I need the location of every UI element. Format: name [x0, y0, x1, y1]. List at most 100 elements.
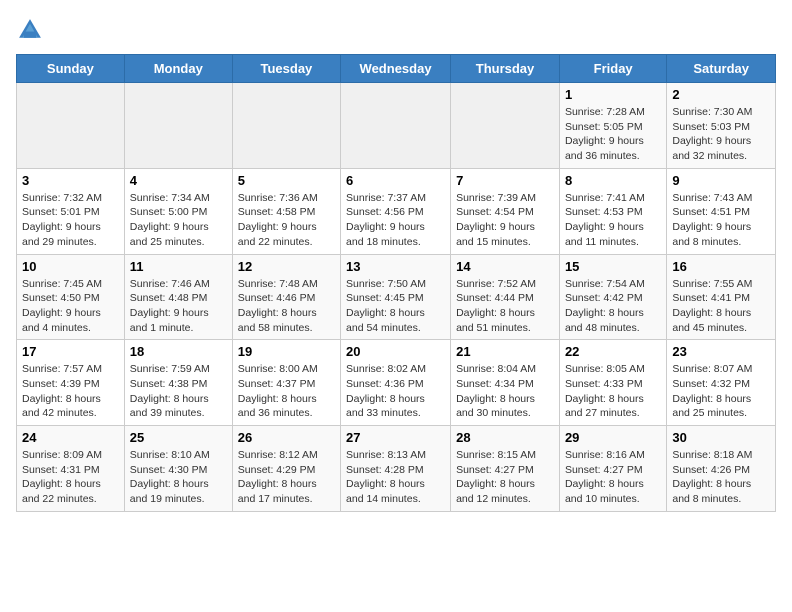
weekday-header: Monday [124, 55, 232, 83]
day-number: 6 [346, 173, 445, 188]
weekday-header: Wednesday [341, 55, 451, 83]
day-number: 24 [22, 430, 119, 445]
day-number: 20 [346, 344, 445, 359]
day-number: 15 [565, 259, 661, 274]
day-number: 27 [346, 430, 445, 445]
calendar-cell: 15 Sunrise: 7:54 AM Sunset: 4:42 PM Dayli… [559, 254, 666, 340]
day-number: 10 [22, 259, 119, 274]
calendar-cell: 14 Sunrise: 7:52 AM Sunset: 4:44 PM Dayli… [451, 254, 560, 340]
calendar-week-row: 10 Sunrise: 7:45 AM Sunset: 4:50 PM Dayli… [17, 254, 776, 340]
calendar-cell: 26 Sunrise: 8:12 AM Sunset: 4:29 PM Dayli… [232, 426, 340, 512]
day-info: Sunrise: 7:57 AM Sunset: 4:39 PM Dayligh… [22, 362, 119, 421]
calendar-cell: 28Sunrise: 8:15 AM Sunset: 4:27 PM Dayli… [451, 426, 560, 512]
day-number: 2 [672, 87, 770, 102]
weekday-header: Saturday [667, 55, 776, 83]
day-number: 18 [130, 344, 227, 359]
day-number: 11 [130, 259, 227, 274]
calendar-cell: 3 Sunrise: 7:32 AM Sunset: 5:01 PM Daylig… [17, 168, 125, 254]
day-number: 7 [456, 173, 554, 188]
calendar-cell: 25 Sunrise: 8:10 AM Sunset: 4:30 PM Dayli… [124, 426, 232, 512]
calendar-cell: 10 Sunrise: 7:45 AM Sunset: 4:50 PM Dayli… [17, 254, 125, 340]
calendar-cell: 13 Sunrise: 7:50 AM Sunset: 4:45 PM Dayli… [341, 254, 451, 340]
day-number: 1 [565, 87, 661, 102]
day-info: Sunrise: 7:30 AM Sunset: 5:03 PM Dayligh… [672, 105, 770, 164]
day-info: Sunrise: 8:16 AM Sunset: 4:27 PM Dayligh… [565, 448, 661, 507]
day-info: Sunrise: 7:59 AM Sunset: 4:38 PM Dayligh… [130, 362, 227, 421]
weekday-header: Thursday [451, 55, 560, 83]
calendar-cell [451, 83, 560, 169]
day-info: Sunrise: 8:18 AM Sunset: 4:26 PM Dayligh… [672, 448, 770, 507]
day-number: 22 [565, 344, 661, 359]
day-number: 19 [238, 344, 335, 359]
day-number: 16 [672, 259, 770, 274]
calendar-cell: 18 Sunrise: 7:59 AM Sunset: 4:38 PM Dayli… [124, 340, 232, 426]
day-info: Sunrise: 8:05 AM Sunset: 4:33 PM Dayligh… [565, 362, 661, 421]
day-number: 25 [130, 430, 227, 445]
logo-icon [16, 16, 44, 44]
calendar-cell: 30Sunrise: 8:18 AM Sunset: 4:26 PM Dayli… [667, 426, 776, 512]
day-number: 17 [22, 344, 119, 359]
header [16, 16, 776, 44]
day-info: Sunrise: 7:50 AM Sunset: 4:45 PM Dayligh… [346, 277, 445, 336]
day-number: 28 [456, 430, 554, 445]
day-number: 4 [130, 173, 227, 188]
calendar-cell: 7 Sunrise: 7:39 AM Sunset: 4:54 PM Daylig… [451, 168, 560, 254]
weekday-header: Tuesday [232, 55, 340, 83]
day-info: Sunrise: 7:37 AM Sunset: 4:56 PM Dayligh… [346, 191, 445, 250]
calendar-cell: 9 Sunrise: 7:43 AM Sunset: 4:51 PM Daylig… [667, 168, 776, 254]
calendar-cell: 16 Sunrise: 7:55 AM Sunset: 4:41 PM Dayli… [667, 254, 776, 340]
calendar-cell: 1 Sunrise: 7:28 AM Sunset: 5:05 PM Daylig… [559, 83, 666, 169]
day-info: Sunrise: 8:04 AM Sunset: 4:34 PM Dayligh… [456, 362, 554, 421]
calendar-week-row: 24 Sunrise: 8:09 AM Sunset: 4:31 PM Dayli… [17, 426, 776, 512]
day-info: Sunrise: 7:36 AM Sunset: 4:58 PM Dayligh… [238, 191, 335, 250]
day-info: Sunrise: 8:10 AM Sunset: 4:30 PM Dayligh… [130, 448, 227, 507]
calendar-cell: 21 Sunrise: 8:04 AM Sunset: 4:34 PM Dayli… [451, 340, 560, 426]
calendar-cell: 23 Sunrise: 8:07 AM Sunset: 4:32 PM Dayli… [667, 340, 776, 426]
day-number: 21 [456, 344, 554, 359]
day-info: Sunrise: 7:52 AM Sunset: 4:44 PM Dayligh… [456, 277, 554, 336]
calendar-cell: 2 Sunrise: 7:30 AM Sunset: 5:03 PM Daylig… [667, 83, 776, 169]
calendar-cell [17, 83, 125, 169]
day-number: 29 [565, 430, 661, 445]
calendar-header: SundayMondayTuesdayWednesdayThursdayFrid… [17, 55, 776, 83]
calendar-cell: 12Sunrise: 7:48 AM Sunset: 4:46 PM Dayli… [232, 254, 340, 340]
day-info: Sunrise: 8:12 AM Sunset: 4:29 PM Dayligh… [238, 448, 335, 507]
day-info: Sunrise: 7:54 AM Sunset: 4:42 PM Dayligh… [565, 277, 661, 336]
day-number: 3 [22, 173, 119, 188]
day-info: Sunrise: 7:32 AM Sunset: 5:01 PM Dayligh… [22, 191, 119, 250]
calendar-cell: 6 Sunrise: 7:37 AM Sunset: 4:56 PM Daylig… [341, 168, 451, 254]
calendar-cell: 22 Sunrise: 8:05 AM Sunset: 4:33 PM Dayli… [559, 340, 666, 426]
day-info: Sunrise: 7:39 AM Sunset: 4:54 PM Dayligh… [456, 191, 554, 250]
calendar-cell: 27 Sunrise: 8:13 AM Sunset: 4:28 PM Dayli… [341, 426, 451, 512]
day-number: 26 [238, 430, 335, 445]
day-info: Sunrise: 8:00 AM Sunset: 4:37 PM Dayligh… [238, 362, 335, 421]
day-number: 9 [672, 173, 770, 188]
logo [16, 16, 48, 44]
day-info: Sunrise: 7:46 AM Sunset: 4:48 PM Dayligh… [130, 277, 227, 336]
calendar-cell [341, 83, 451, 169]
day-info: Sunrise: 7:43 AM Sunset: 4:51 PM Dayligh… [672, 191, 770, 250]
day-info: Sunrise: 7:48 AM Sunset: 4:46 PM Dayligh… [238, 277, 335, 336]
calendar-week-row: 17 Sunrise: 7:57 AM Sunset: 4:39 PM Dayli… [17, 340, 776, 426]
calendar-cell: 29 Sunrise: 8:16 AM Sunset: 4:27 PM Dayli… [559, 426, 666, 512]
day-number: 5 [238, 173, 335, 188]
calendar-table: SundayMondayTuesdayWednesdayThursdayFrid… [16, 54, 776, 512]
calendar-cell: 19 Sunrise: 8:00 AM Sunset: 4:37 PM Dayli… [232, 340, 340, 426]
day-info: Sunrise: 7:28 AM Sunset: 5:05 PM Dayligh… [565, 105, 661, 164]
calendar-cell: 5 Sunrise: 7:36 AM Sunset: 4:58 PM Daylig… [232, 168, 340, 254]
day-number: 14 [456, 259, 554, 274]
calendar-cell: 4Sunrise: 7:34 AM Sunset: 5:00 PM Daylig… [124, 168, 232, 254]
calendar-week-row: 3 Sunrise: 7:32 AM Sunset: 5:01 PM Daylig… [17, 168, 776, 254]
day-number: 13 [346, 259, 445, 274]
day-info: Sunrise: 7:55 AM Sunset: 4:41 PM Dayligh… [672, 277, 770, 336]
calendar-cell [124, 83, 232, 169]
day-info: Sunrise: 7:41 AM Sunset: 4:53 PM Dayligh… [565, 191, 661, 250]
day-info: Sunrise: 8:02 AM Sunset: 4:36 PM Dayligh… [346, 362, 445, 421]
day-info: Sunrise: 8:13 AM Sunset: 4:28 PM Dayligh… [346, 448, 445, 507]
day-info: Sunrise: 8:07 AM Sunset: 4:32 PM Dayligh… [672, 362, 770, 421]
calendar-cell: 24 Sunrise: 8:09 AM Sunset: 4:31 PM Dayli… [17, 426, 125, 512]
day-info: Sunrise: 7:45 AM Sunset: 4:50 PM Dayligh… [22, 277, 119, 336]
day-number: 23 [672, 344, 770, 359]
calendar-cell: 8Sunrise: 7:41 AM Sunset: 4:53 PM Daylig… [559, 168, 666, 254]
day-info: Sunrise: 8:09 AM Sunset: 4:31 PM Dayligh… [22, 448, 119, 507]
